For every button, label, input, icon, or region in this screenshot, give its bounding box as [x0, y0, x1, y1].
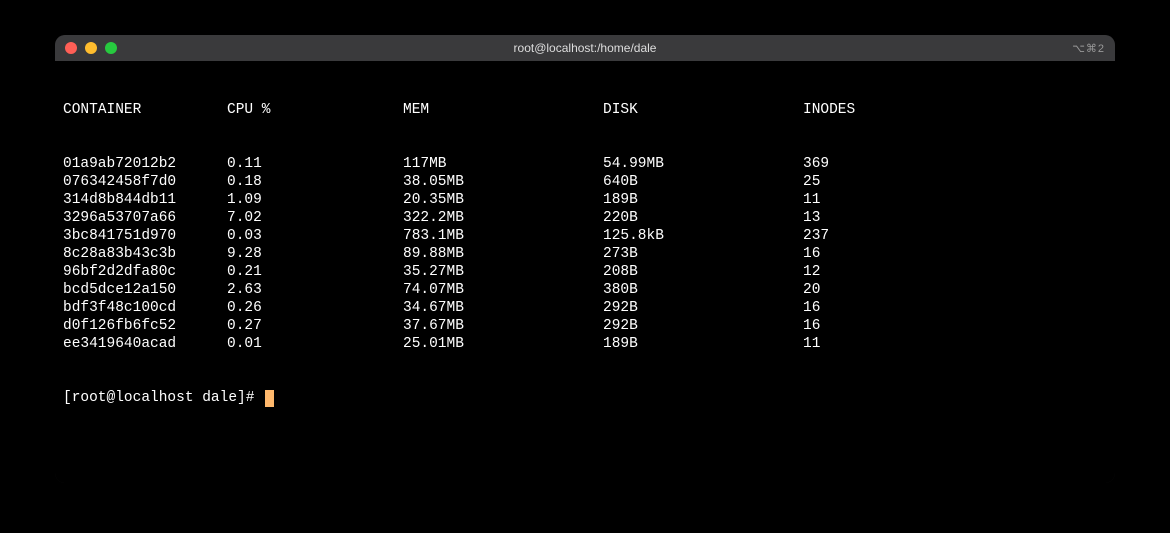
cell-inodes: 16: [803, 317, 943, 335]
cell-container: 3bc841751d970: [63, 227, 227, 245]
cell-disk: 380B: [603, 281, 803, 299]
cell-disk: 208B: [603, 263, 803, 281]
cell-mem: 34.67MB: [403, 299, 603, 317]
table-row: d0f126fb6fc520.2737.67MB292B16: [63, 317, 1107, 335]
cell-mem: 37.67MB: [403, 317, 603, 335]
cell-mem: 89.88MB: [403, 245, 603, 263]
table-row: 96bf2d2dfa80c0.2135.27MB208B12: [63, 263, 1107, 281]
cell-disk: 54.99MB: [603, 155, 803, 173]
cell-disk: 292B: [603, 317, 803, 335]
cell-container: 8c28a83b43c3b: [63, 245, 227, 263]
table-row: 076342458f7d00.1838.05MB640B25: [63, 173, 1107, 191]
cell-container: 314d8b844db11: [63, 191, 227, 209]
cell-inodes: 20: [803, 281, 943, 299]
table-row: 3bc841751d9700.03783.1MB125.8kB237: [63, 227, 1107, 245]
cell-mem: 20.35MB: [403, 191, 603, 209]
header-disk: DISK: [603, 101, 803, 119]
cell-container: 96bf2d2dfa80c: [63, 263, 227, 281]
shell-prompt: [root@localhost dale]#: [63, 389, 263, 407]
header-cpu: CPU %: [227, 101, 403, 119]
traffic-lights: [65, 42, 117, 54]
cell-mem: 74.07MB: [403, 281, 603, 299]
cell-mem: 117MB: [403, 155, 603, 173]
cell-cpu: 1.09: [227, 191, 403, 209]
cell-cpu: 7.02: [227, 209, 403, 227]
header-mem: MEM: [403, 101, 603, 119]
cell-container: bcd5dce12a150: [63, 281, 227, 299]
maximize-icon[interactable]: [105, 42, 117, 54]
cell-mem: 38.05MB: [403, 173, 603, 191]
table-row: ee3419640acad0.0125.01MB189B11: [63, 335, 1107, 353]
title-bar: root@localhost:/home/dale ⌥⌘2: [55, 35, 1115, 61]
cell-cpu: 0.21: [227, 263, 403, 281]
cell-inodes: 237: [803, 227, 943, 245]
prompt-line: [root@localhost dale]#: [63, 389, 1107, 407]
cell-disk: 189B: [603, 191, 803, 209]
table-row: bdf3f48c100cd0.2634.67MB292B16: [63, 299, 1107, 317]
table-rows: 01a9ab72012b20.11117MB54.99MB36907634245…: [63, 155, 1107, 353]
cell-disk: 640B: [603, 173, 803, 191]
cell-cpu: 0.11: [227, 155, 403, 173]
table-row: 314d8b844db111.0920.35MB189B11: [63, 191, 1107, 209]
cell-cpu: 9.28: [227, 245, 403, 263]
window-title: root@localhost:/home/dale: [55, 41, 1115, 55]
cell-inodes: 369: [803, 155, 943, 173]
table-row: bcd5dce12a1502.6374.07MB380B20: [63, 281, 1107, 299]
terminal-window: root@localhost:/home/dale ⌥⌘2 CONTAINER …: [55, 35, 1115, 483]
cell-mem: 25.01MB: [403, 335, 603, 353]
table-header-row: CONTAINER CPU % MEM DISK INODES: [63, 101, 1107, 119]
cell-inodes: 16: [803, 245, 943, 263]
cell-inodes: 16: [803, 299, 943, 317]
cell-disk: 125.8kB: [603, 227, 803, 245]
cell-container: ee3419640acad: [63, 335, 227, 353]
minimize-icon[interactable]: [85, 42, 97, 54]
cell-container: bdf3f48c100cd: [63, 299, 227, 317]
cell-container: d0f126fb6fc52: [63, 317, 227, 335]
table-row: 01a9ab72012b20.11117MB54.99MB369: [63, 155, 1107, 173]
cell-cpu: 0.01: [227, 335, 403, 353]
cell-inodes: 11: [803, 335, 943, 353]
table-row: 3296a53707a667.02322.2MB220B13: [63, 209, 1107, 227]
cell-inodes: 13: [803, 209, 943, 227]
cell-disk: 220B: [603, 209, 803, 227]
cell-mem: 322.2MB: [403, 209, 603, 227]
terminal-body[interactable]: CONTAINER CPU % MEM DISK INODES 01a9ab72…: [55, 61, 1115, 483]
cell-cpu: 0.03: [227, 227, 403, 245]
cell-cpu: 2.63: [227, 281, 403, 299]
cell-disk: 189B: [603, 335, 803, 353]
cell-inodes: 25: [803, 173, 943, 191]
cell-disk: 273B: [603, 245, 803, 263]
close-icon[interactable]: [65, 42, 77, 54]
cell-mem: 35.27MB: [403, 263, 603, 281]
cell-cpu: 0.18: [227, 173, 403, 191]
cell-inodes: 12: [803, 263, 943, 281]
cell-cpu: 0.26: [227, 299, 403, 317]
window-shortcut-indicator: ⌥⌘2: [1072, 42, 1105, 55]
cell-cpu: 0.27: [227, 317, 403, 335]
header-container: CONTAINER: [63, 101, 227, 119]
table-row: 8c28a83b43c3b9.2889.88MB273B16: [63, 245, 1107, 263]
cell-container: 076342458f7d0: [63, 173, 227, 191]
cell-mem: 783.1MB: [403, 227, 603, 245]
cursor-icon: [265, 390, 274, 407]
cell-container: 3296a53707a66: [63, 209, 227, 227]
cell-disk: 292B: [603, 299, 803, 317]
cell-inodes: 11: [803, 191, 943, 209]
cell-container: 01a9ab72012b2: [63, 155, 227, 173]
header-inodes: INODES: [803, 101, 943, 119]
